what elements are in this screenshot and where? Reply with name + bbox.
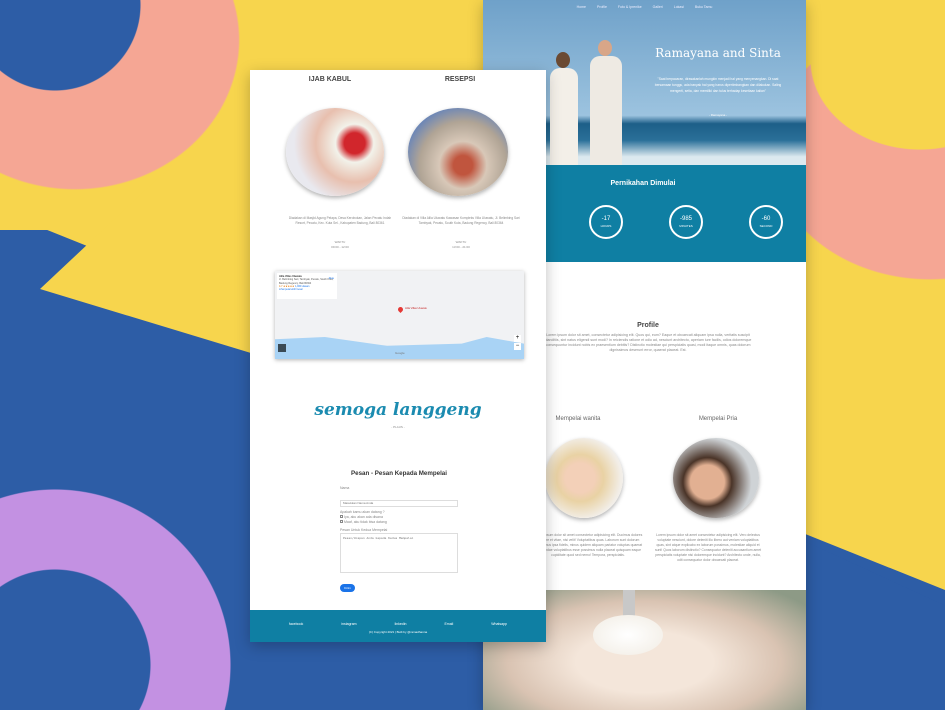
nav-buku-tamu[interactable]: Buku Tamu: [695, 5, 712, 9]
script-title: semoga langgeng: [314, 400, 482, 420]
navbar: Home Profile Foto & Iprenike Galleri Lok…: [483, 5, 806, 9]
footer-linkedin[interactable]: linkedin: [395, 622, 407, 626]
groom-photo: [673, 438, 759, 518]
script-subtitle: - PLAUS -: [391, 425, 405, 429]
map-pin-label: Alila Villas Uluwatu: [405, 307, 427, 310]
hero-quote: "Saat berpacaran, dirasakanlah mungkin m…: [654, 77, 782, 93]
ijab-desc: Diadakan di Masjid Agung Pelapa, Desa Ke…: [288, 216, 392, 225]
map-zoom-in[interactable]: +: [514, 335, 521, 342]
couple-photo: [548, 40, 638, 165]
map-google-label: Google: [395, 351, 405, 355]
nav-profile[interactable]: Profile: [597, 5, 607, 9]
ijab-time: 09:00 - 12:00: [331, 245, 349, 249]
footer: facebook instagram linkedin Email Whatsa…: [250, 610, 546, 642]
profile-text: Lorem ipsum dolor sit amet, consectetur …: [544, 333, 752, 352]
resepsi-desc: Diadakan di Villa Alila Uluwatu Kawasan …: [402, 216, 520, 225]
map-larger-link[interactable]: Lihat peta lebih besar: [279, 288, 303, 291]
name-input[interactable]: [340, 499, 458, 507]
nav-home[interactable]: Home: [577, 5, 586, 9]
form-title: Pesan - Pesan Kepada Mempelai: [351, 470, 447, 477]
hero-title: Ramayana and Sinta: [655, 46, 781, 60]
map-layer-toggle[interactable]: [278, 344, 286, 352]
profile-title: Profile: [637, 322, 659, 329]
ijab-photo: [286, 108, 384, 196]
attend-no-checkbox[interactable]: [340, 519, 343, 523]
name-label: Nama: [340, 486, 350, 490]
footer-instagram[interactable]: instagram: [341, 622, 356, 626]
map-directions[interactable]: Rute: [329, 277, 334, 280]
map-sea: [275, 337, 524, 359]
countdown-seconds: -60 SECOND: [749, 205, 783, 239]
message-textarea[interactable]: [340, 532, 458, 573]
countdown-minutes: -985 MINUTES: [669, 205, 703, 239]
map-pin-icon: [396, 305, 405, 314]
message-form: Pesan - Pesan Kepada Mempelai Nama Apaka…: [340, 470, 458, 594]
wedding-page-bottom: IJAB KABUL RESEPSI Diadakan di Masjid Ag…: [250, 70, 546, 642]
footer-facebook[interactable]: facebook: [289, 622, 303, 626]
groom-title: Mempelai Pria: [698, 416, 738, 422]
countdown-hours: -17 HOURS: [589, 205, 623, 239]
countdown-title: Pernikahan Dimulai: [610, 180, 676, 187]
resepsi-time: 13:00 - 21:00: [452, 245, 470, 249]
map-zoom-out[interactable]: −: [514, 343, 521, 350]
map-info-card: Alila Villas Uluwatu Jl. Belimbing Sari,…: [277, 273, 337, 299]
resepsi-photo: [408, 108, 508, 196]
hero-attribution: - Ramayana -: [708, 113, 728, 117]
groom-text: Lorem ipsum dolor sit amet consectetur a…: [654, 533, 762, 562]
bride-title: Mempelai wanita: [555, 416, 601, 422]
nav-foto[interactable]: Foto & Iprenike: [618, 5, 642, 9]
event-resepsi-title: RESEPSI: [444, 76, 476, 83]
location-map[interactable]: Alila Villas Uluwatu Jl. Belimbing Sari,…: [275, 271, 524, 359]
nav-lokasi[interactable]: Lokasi: [674, 5, 684, 9]
footer-email[interactable]: Email: [444, 622, 453, 626]
footer-copyright: (C) Copyright 2021 | Built by @ramadhann…: [368, 630, 428, 634]
footer-whatsapp[interactable]: Whatsapp: [491, 622, 507, 626]
event-ijab-title: IJAB KABUL: [308, 76, 352, 83]
attend-no-row: Maaf, aku tidak bisa datang: [340, 519, 458, 525]
bride-text: Lorem ipsum dolor sit amet consectetur a…: [533, 533, 643, 557]
submit-button[interactable]: Kirim: [340, 583, 355, 592]
attend-yes-checkbox[interactable]: [340, 514, 343, 518]
nav-galleri[interactable]: Galleri: [653, 5, 663, 9]
bride-photo: [545, 438, 623, 518]
